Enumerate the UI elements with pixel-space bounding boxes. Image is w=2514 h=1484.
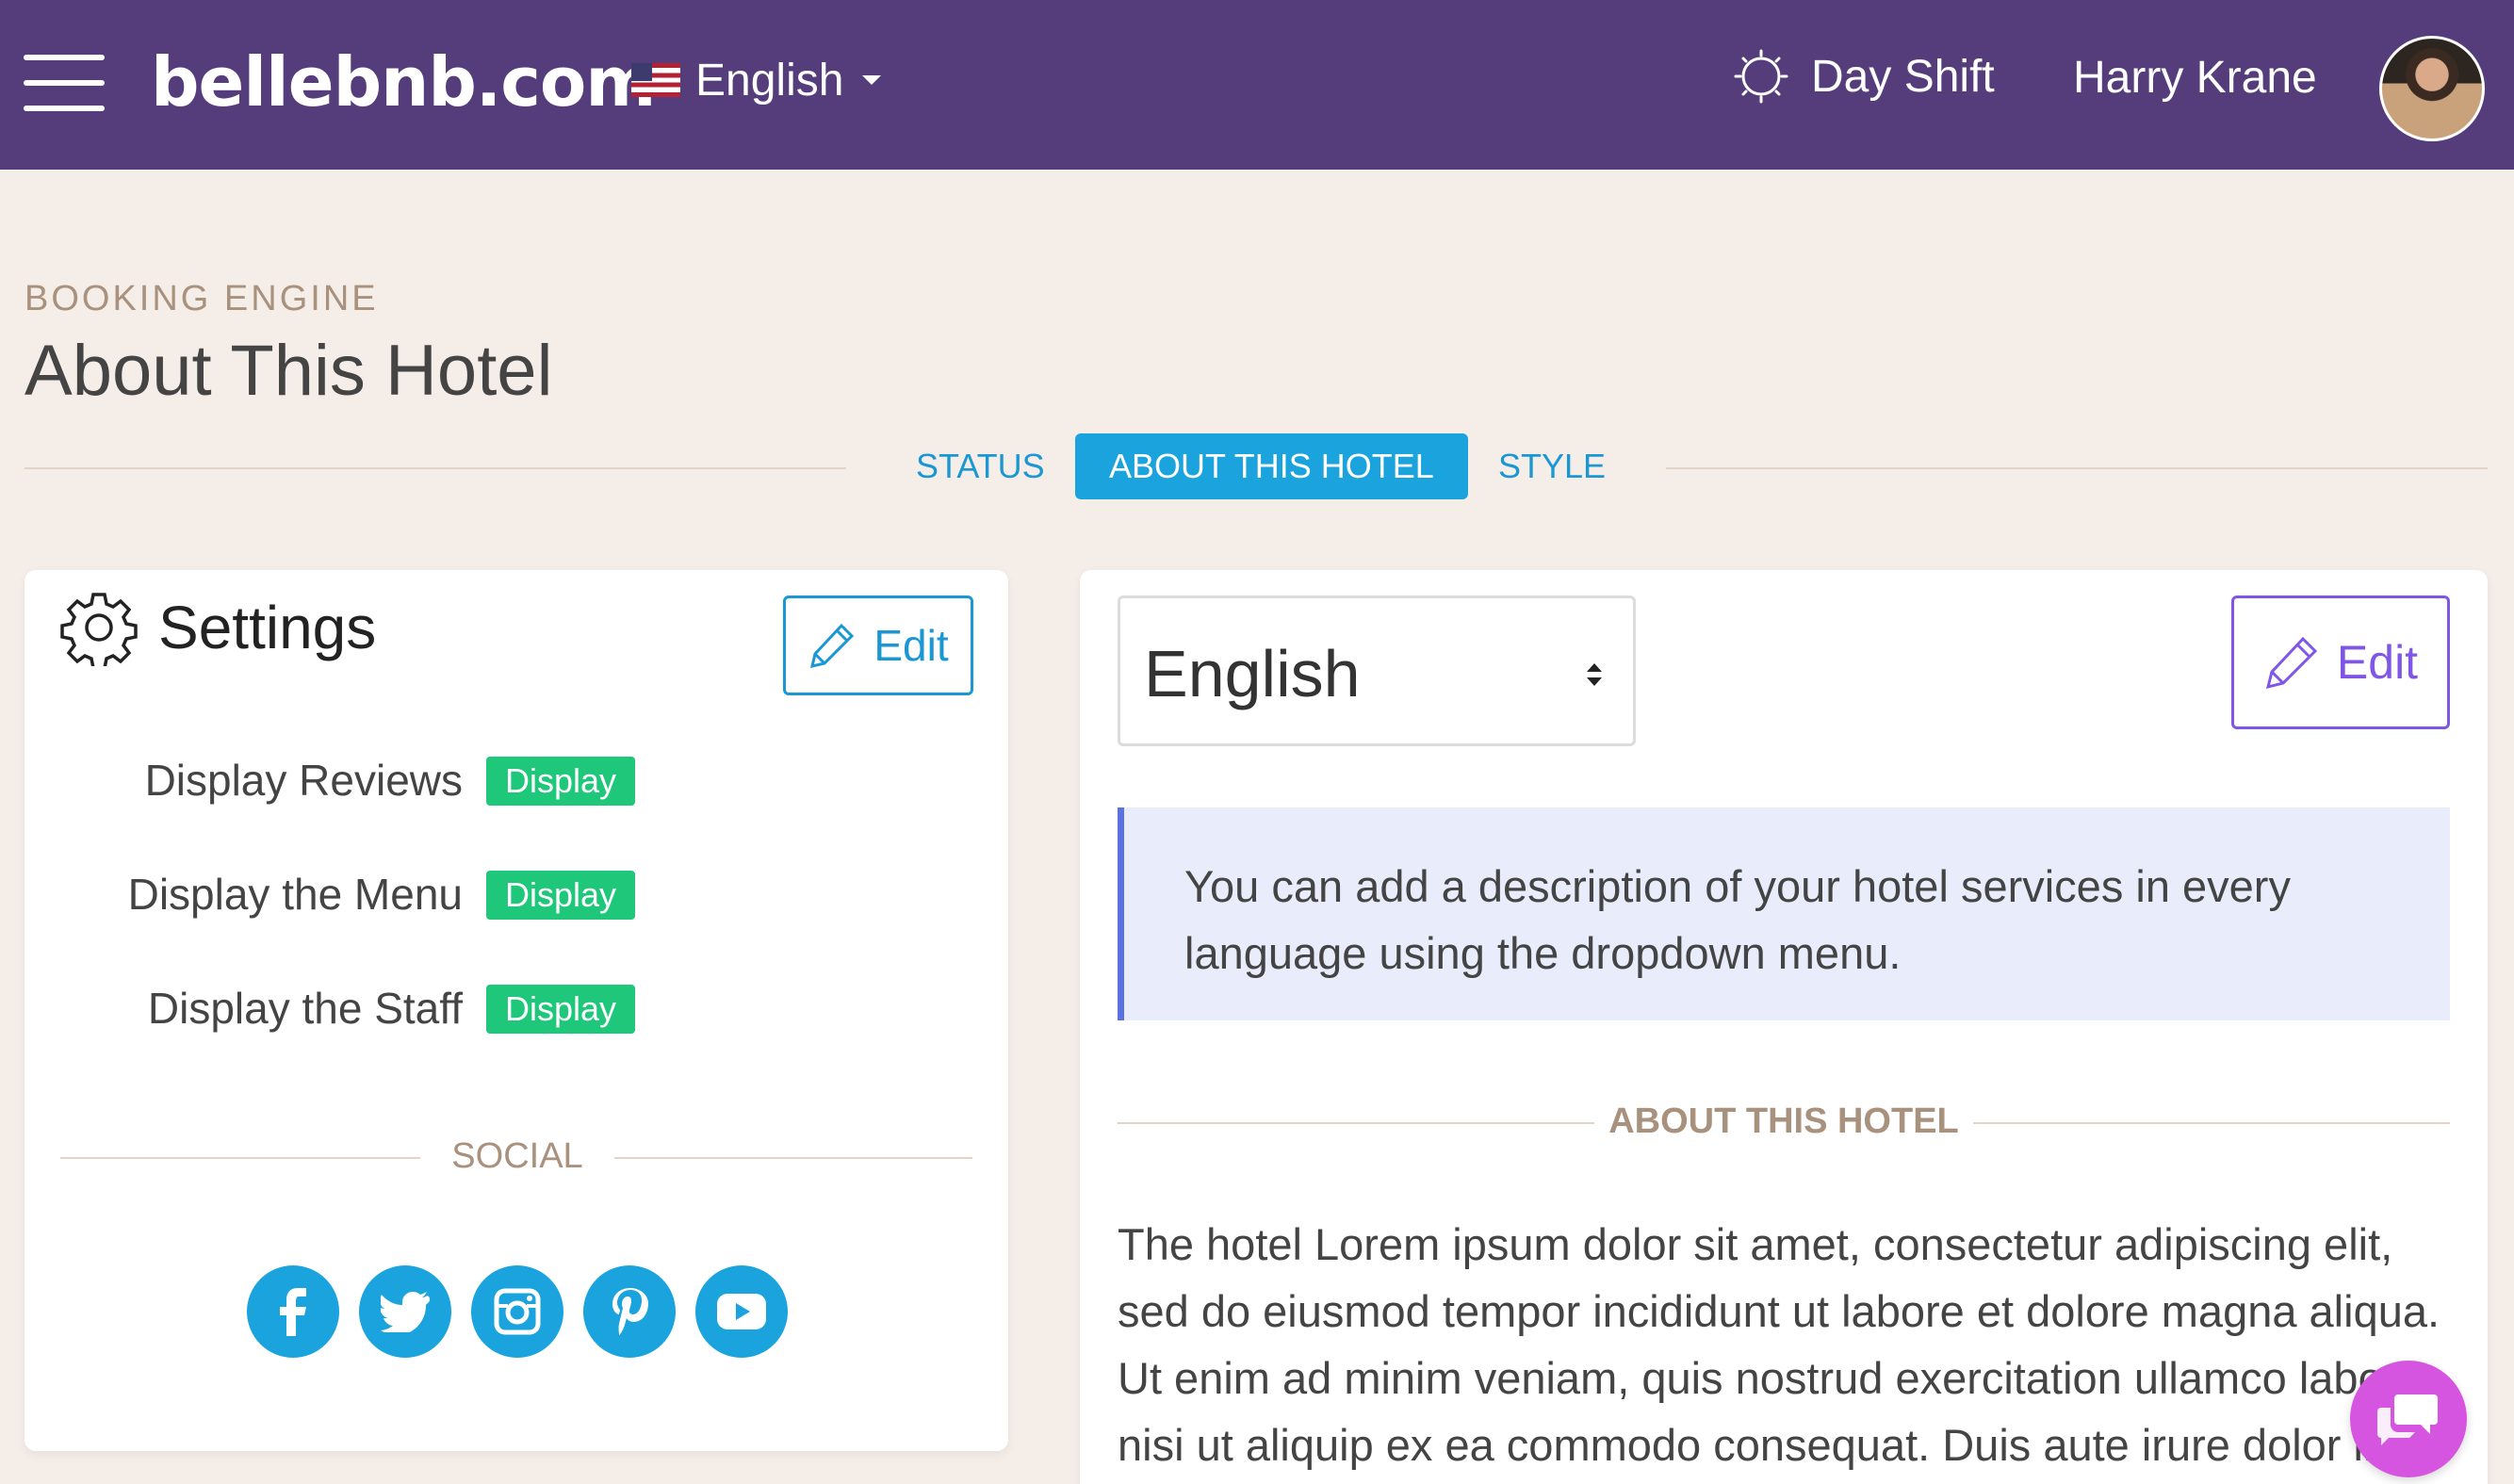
shift-label: Day Shift [1811, 51, 1995, 102]
brand-logo[interactable]: bellebnb.com [151, 42, 656, 122]
info-callout: You can add a description of your hotel … [1118, 807, 2450, 1020]
about-edit-button[interactable]: Edit [2231, 595, 2450, 729]
language-selector[interactable]: English [631, 52, 882, 108]
chat-launcher-button[interactable] [2350, 1361, 2467, 1477]
caret-down-icon [862, 75, 882, 85]
avatar[interactable] [2379, 36, 2485, 141]
pencil-icon [810, 623, 855, 669]
breadcrumb: BOOKING ENGINE [24, 279, 379, 318]
pinterest-icon[interactable] [583, 1265, 676, 1358]
language-select-value: English [1144, 637, 1361, 710]
display-badge[interactable]: Display [486, 985, 635, 1034]
gear-icon [60, 593, 138, 666]
about-section-title: ABOUT THIS HOTEL [1118, 1098, 2450, 1145]
social-links [247, 1265, 808, 1358]
sun-icon [1734, 49, 1788, 104]
setting-label: Display Reviews [144, 756, 463, 805]
setting-label: Display the Menu [127, 870, 463, 919]
language-select[interactable]: English [1118, 595, 1636, 746]
shift-toggle[interactable]: Day Shift [1734, 49, 1995, 104]
display-badge[interactable]: Display [486, 757, 635, 806]
setting-label: Display the Staff [147, 984, 463, 1033]
select-arrows-icon [1587, 663, 1602, 686]
instagram-icon[interactable] [471, 1265, 563, 1358]
youtube-icon[interactable] [695, 1265, 788, 1358]
language-label: English [695, 55, 844, 106]
settings-edit-button[interactable]: Edit [783, 595, 973, 695]
edit-label: Edit [873, 621, 949, 670]
tab-divider-left [24, 467, 846, 469]
settings-card: Settings Edit Display Reviews Display Di… [24, 570, 1008, 1451]
us-flag-icon [631, 63, 680, 97]
settings-title: Settings [158, 594, 377, 661]
chat-bubbles-icon [2377, 1394, 2438, 1445]
about-description: The hotel Lorem ipsum dolor sit amet, co… [1118, 1219, 2441, 1470]
user-name[interactable]: Harry Krane [2073, 52, 2317, 104]
edit-label: Edit [2336, 636, 2419, 689]
social-section-title: SOCIAL [60, 1133, 972, 1180]
facebook-icon[interactable] [247, 1265, 339, 1358]
tab-about-this-hotel[interactable]: ABOUT THIS HOTEL [1075, 433, 1468, 499]
tab-bar: STATUS ABOUT THIS HOTEL STYLE [24, 433, 2488, 499]
tab-divider-right [1666, 467, 2488, 469]
top-navbar: bellebnb.com English Day Shift Harry Kra… [0, 0, 2514, 170]
pencil-icon [2265, 636, 2318, 690]
display-badge[interactable]: Display [486, 871, 635, 920]
settings-header: Settings [60, 589, 376, 666]
setting-row-menu: Display the Menu Display [24, 861, 684, 927]
setting-row-reviews: Display Reviews Display [24, 747, 684, 813]
setting-row-staff: Display the Staff Display [24, 975, 684, 1041]
hamburger-menu-icon[interactable] [24, 55, 105, 111]
about-section-label: ABOUT THIS HOTEL [1608, 1101, 1959, 1141]
tab-status[interactable]: STATUS [916, 433, 1045, 499]
page-title: About This Hotel [24, 331, 553, 411]
tab-style[interactable]: STYLE [1498, 433, 1606, 499]
twitter-icon[interactable] [359, 1265, 451, 1358]
about-hotel-card: English Edit You can add a description o… [1080, 570, 2488, 1484]
social-label: SOCIAL [451, 1136, 583, 1176]
